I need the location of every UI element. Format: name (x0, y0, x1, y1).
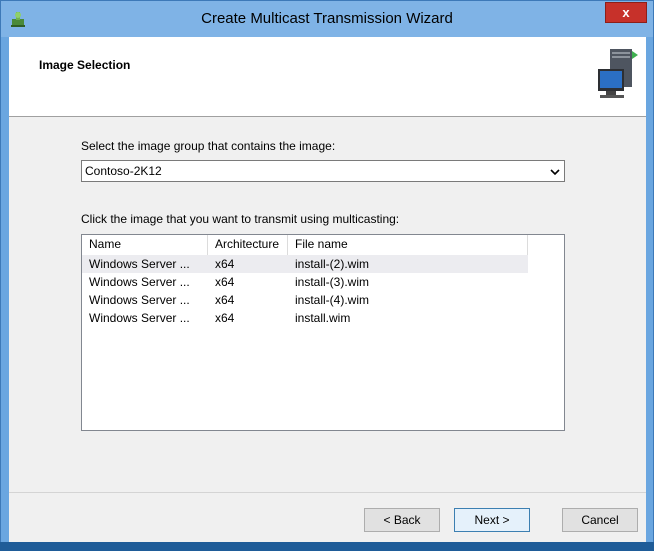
page-title: Image Selection (39, 58, 131, 72)
image-list-label: Click the image that you want to transmi… (81, 212, 400, 226)
row-name: Windows Server ... (89, 257, 190, 271)
close-button[interactable]: x (605, 2, 647, 23)
column-header-file-name[interactable]: File name (288, 235, 528, 255)
table-row[interactable]: Windows Server ... x64 install-(4).wim (82, 291, 528, 309)
title-bar[interactable]: Create Multicast Transmission Wizard x (1, 1, 653, 37)
row-name: Windows Server ... (89, 311, 190, 325)
row-architecture: x64 (215, 293, 235, 307)
image-group-dropdown[interactable]: Contoso-2K12 (81, 160, 565, 182)
row-file-name: install-(2).wim (295, 257, 370, 271)
wizard-window: Create Multicast Transmission Wizard x I… (0, 0, 654, 551)
next-button[interactable]: Next > (454, 508, 530, 532)
image-list[interactable]: Name Architecture File name Windows Serv… (81, 234, 565, 431)
window-title: Create Multicast Transmission Wizard (201, 10, 453, 27)
row-architecture: x64 (215, 257, 235, 271)
row-architecture: x64 (215, 311, 235, 325)
list-header: Name Architecture File name (82, 235, 528, 255)
row-file-name: install-(4).wim (295, 293, 370, 307)
row-file-name: install-(3).wim (295, 275, 370, 289)
back-button[interactable]: < Back (364, 508, 440, 532)
column-header-name[interactable]: Name (82, 235, 208, 255)
chevron-down-icon (550, 169, 560, 176)
table-row[interactable]: Windows Server ... x64 install-(3).wim (82, 273, 528, 291)
server-monitor-icon (598, 49, 638, 98)
footer-divider (9, 492, 646, 493)
wizard-body: Image Selection Select the image group t… (9, 37, 646, 544)
image-group-label: Select the image group that contains the… (81, 139, 336, 153)
row-name: Windows Server ... (89, 293, 190, 307)
image-group-value: Contoso-2K12 (85, 164, 162, 178)
row-name: Windows Server ... (89, 275, 190, 289)
wizard-header: Image Selection (9, 37, 646, 117)
row-architecture: x64 (215, 275, 235, 289)
table-row[interactable]: Windows Server ... x64 install-(2).wim (82, 255, 528, 273)
table-row[interactable]: Windows Server ... x64 install.wim (82, 309, 528, 327)
column-header-architecture[interactable]: Architecture (208, 235, 288, 255)
cancel-button[interactable]: Cancel (562, 508, 638, 532)
taskbar-strip (0, 542, 654, 551)
row-file-name: install.wim (295, 311, 351, 325)
